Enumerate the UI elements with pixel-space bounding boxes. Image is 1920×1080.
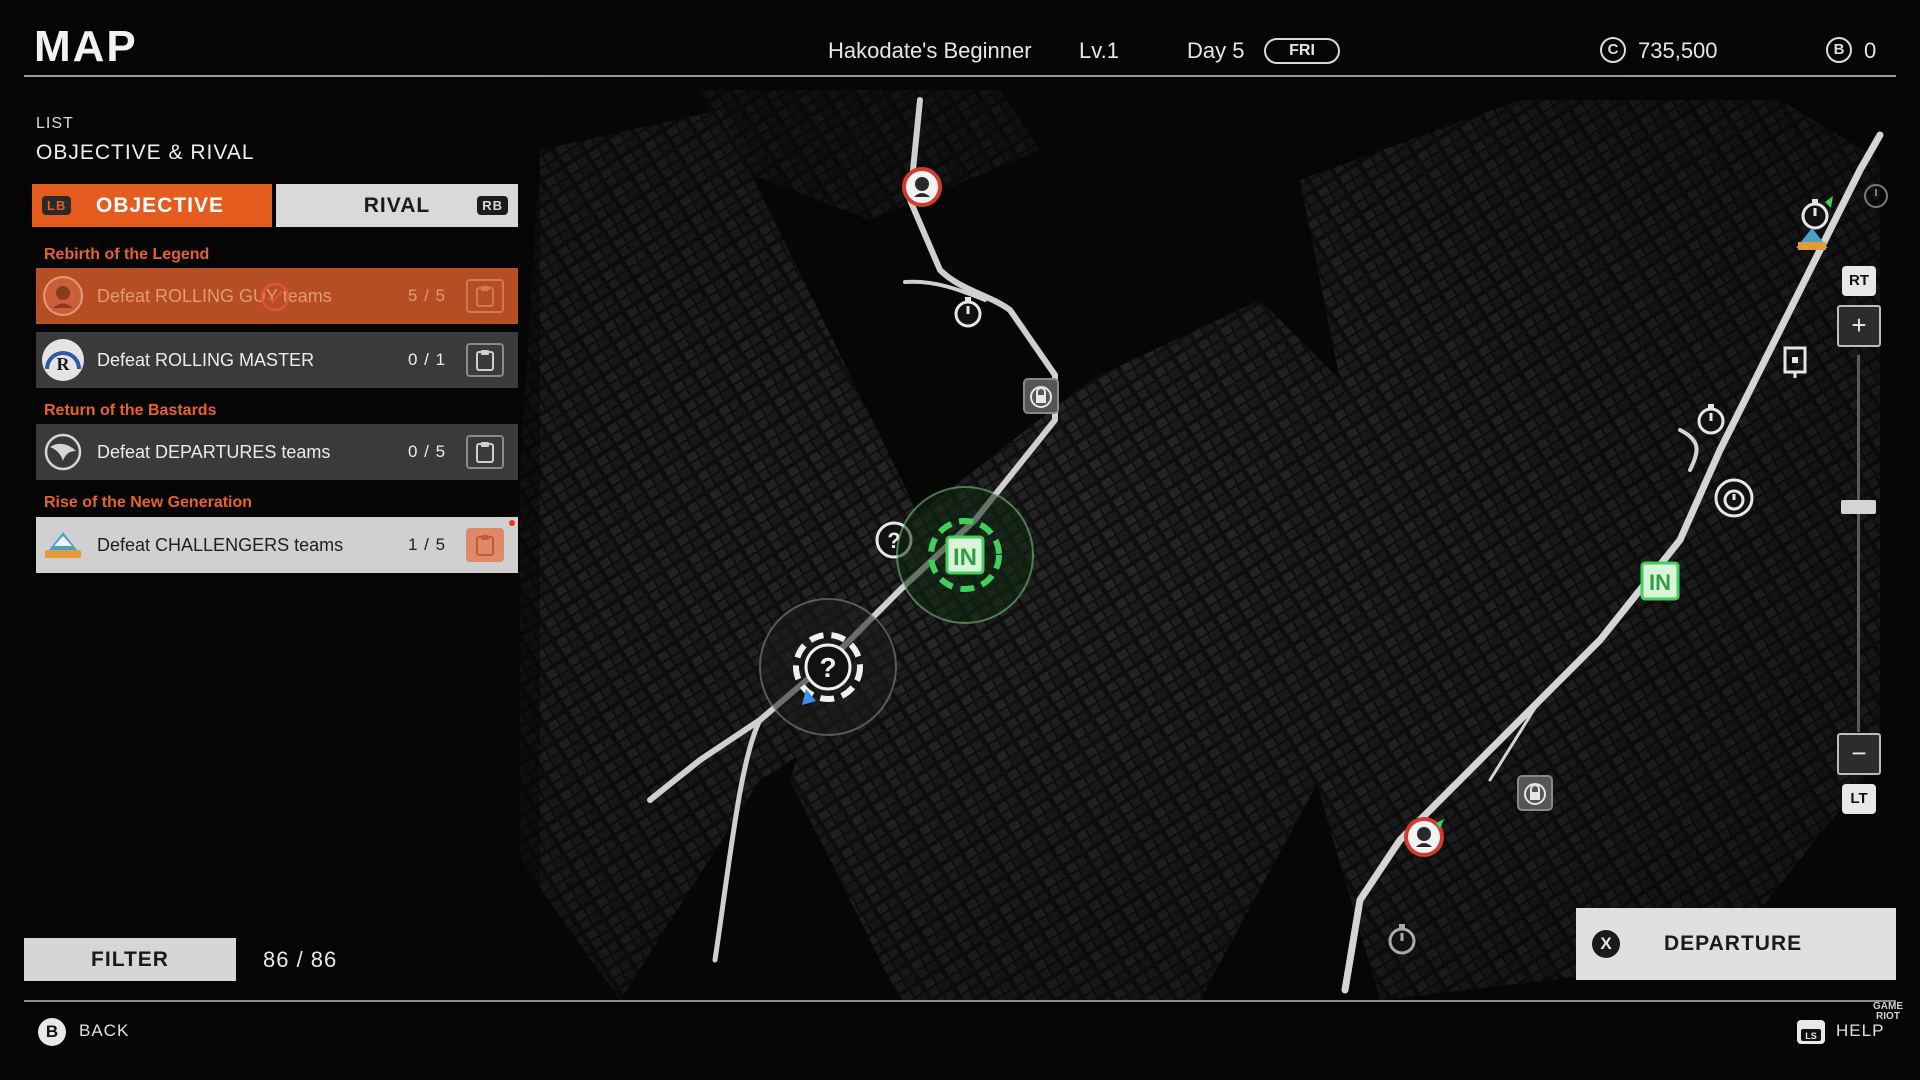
rt-zoom-key: RT [1842,266,1876,296]
tab-rival-label: RIVAL [363,193,431,217]
objective-row-challengers[interactable]: Defeat CHALLENGERS teams 1 / 5 [36,517,518,573]
page-title: MAP [34,22,138,71]
group-title-rebirth: Rebirth of the Legend [44,246,210,263]
entry-point-marker[interactable]: IN [1640,561,1680,601]
filter-button[interactable]: FILTER [24,938,236,981]
svg-text:?: ? [819,652,836,683]
stopwatch-marker[interactable] [1691,399,1731,439]
parking-marker[interactable] [1775,342,1815,382]
b-button-icon[interactable]: B [38,1018,66,1046]
b-currency-icon: B [1826,37,1852,63]
player-rank-name: Hakodate's Beginner [828,38,1032,63]
footer-divider [24,1000,1896,1002]
left-stick-help-icon[interactable]: LS [1794,1017,1828,1047]
entry-in-label: IN [1649,570,1671,595]
clipboard-icon[interactable] [466,279,504,313]
rolling-guy-logo-icon [42,275,84,317]
zoom-slider-track[interactable] [1857,355,1860,732]
credits-icon: C [1600,37,1626,63]
group-title-return: Return of the Bastards [44,402,217,419]
list-title: OBJECTIVE & RIVAL [36,141,255,164]
clipboard-icon[interactable] [466,528,504,562]
rival-team-marker[interactable] [1404,817,1444,857]
entry-point-selected-marker[interactable]: IN [895,485,1035,625]
unknown-event-selected-marker[interactable]: ? [758,597,898,737]
list-label: LIST [36,115,74,132]
objective-progress: 0 / 5 [408,442,447,461]
help-button-hint: LS [1805,1031,1817,1041]
help-label[interactable]: HELP [1836,1021,1884,1041]
back-label[interactable]: BACK [79,1021,129,1041]
tab-objective-label: OBJECTIVE [96,193,225,217]
new-indicator-dot [509,520,515,526]
compass-icon [1864,184,1888,208]
objective-label: Defeat ROLLING GUY teams [97,285,332,306]
player-level: Lv.1 [1079,38,1119,63]
objective-label: Defeat ROLLING MASTER [97,349,315,370]
watermark: GAME RIOT [1873,1002,1903,1022]
rb-button-hint: RB [477,196,508,215]
objective-row-rolling-master[interactable]: R Defeat ROLLING MASTER 0 / 1 [36,332,518,388]
lb-button-hint: LB [42,196,72,215]
rolling-master-logo-icon: R [42,339,84,381]
lt-zoom-key: LT [1842,784,1876,814]
challengers-team-marker[interactable] [1792,220,1832,260]
watermark-line2: RIOT [1876,1011,1900,1022]
objective-progress: 0 / 1 [408,350,447,369]
rolling-master-logo-letter: R [57,354,71,374]
zoom-slider-thumb[interactable] [1841,500,1876,515]
timed-race-marker[interactable] [1714,478,1754,518]
lock-marker[interactable] [1515,773,1555,813]
clipboard-icon[interactable] [466,343,504,377]
filter-count: 86 / 86 [263,947,338,972]
challengers-logo-icon [42,524,84,566]
day-counter: Day 5 [1187,38,1245,63]
objective-row-departures[interactable]: Defeat DEPARTURES teams 0 / 5 [36,424,518,480]
departures-logo-icon [42,431,84,473]
objective-label: Defeat CHALLENGERS teams [97,534,344,555]
b-currency-value: 0 [1864,38,1877,63]
objective-progress: 1 / 5 [408,535,447,554]
credits-value: 735,500 [1638,38,1718,63]
group-title-rise: Rise of the New Generation [44,494,253,511]
x-button-icon: X [1592,930,1620,958]
header-divider [24,75,1896,77]
zoom-out-button[interactable]: − [1837,733,1881,775]
stopwatch-marker[interactable] [1382,919,1422,959]
objective-row-rolling-guy[interactable]: Defeat ROLLING GUY teams 5 / 5 [36,268,518,324]
departure-button[interactable]: X DEPARTURE [1576,908,1896,980]
tab-rival[interactable]: RIVAL RB [276,184,518,227]
challengers-rival-marker[interactable] [902,167,942,207]
entry-in-label: IN [953,544,977,571]
weekday-badge: FRI [1264,38,1340,64]
clipboard-icon[interactable] [466,435,504,469]
completed-check-icon [260,282,290,312]
stopwatch-marker[interactable] [948,292,988,332]
objective-progress: 5 / 5 [408,286,447,305]
tab-objective[interactable]: LB OBJECTIVE [32,184,272,227]
lock-marker[interactable] [1021,376,1061,416]
objective-label: Defeat DEPARTURES teams [97,441,331,462]
departure-label: DEPARTURE [1664,932,1803,955]
zoom-in-button[interactable]: + [1837,305,1881,347]
